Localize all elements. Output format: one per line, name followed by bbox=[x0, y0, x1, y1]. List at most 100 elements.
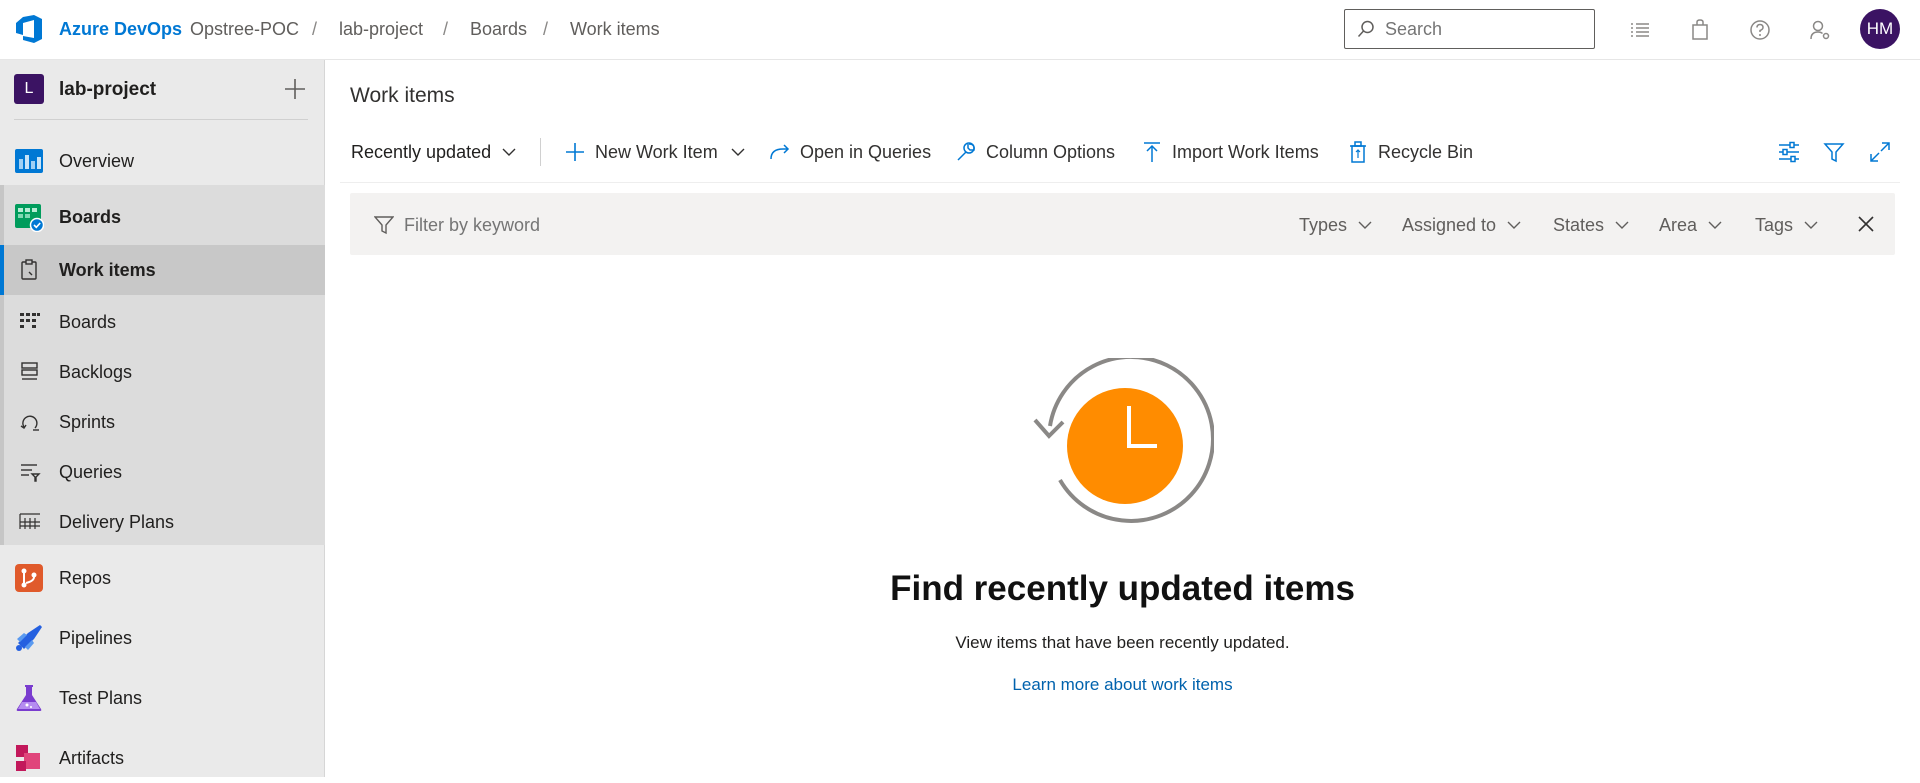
breadcrumb-project[interactable]: lab-project bbox=[339, 19, 423, 40]
search-input[interactable] bbox=[1385, 18, 1585, 40]
sidebar-item-delivery-plans[interactable]: Delivery Plans bbox=[0, 497, 325, 547]
sprints-icon bbox=[20, 415, 39, 431]
add-icon[interactable] bbox=[282, 76, 308, 102]
view-options-button[interactable] bbox=[1777, 130, 1801, 174]
divider bbox=[340, 182, 1900, 183]
settings-sliders-icon bbox=[1779, 141, 1799, 163]
shopping-bag-icon[interactable] bbox=[1687, 17, 1713, 43]
list-icon[interactable] bbox=[1627, 17, 1653, 43]
sidebar-item-label: Sprints bbox=[59, 412, 116, 432]
learn-more-link-container: Learn more about work items bbox=[0, 675, 1920, 695]
help-icon[interactable] bbox=[1747, 17, 1773, 43]
new-work-item-label: New Work Item bbox=[595, 141, 718, 162]
breadcrumb-boards[interactable]: Boards bbox=[470, 19, 527, 40]
wrench-icon bbox=[954, 140, 978, 164]
breadcrumb-separator: / bbox=[543, 19, 549, 39]
brand-name[interactable]: Azure DevOps bbox=[59, 19, 182, 40]
search-icon bbox=[1357, 20, 1374, 38]
dropdown-label: Assigned to bbox=[1402, 214, 1497, 235]
boards-hub-icon bbox=[15, 204, 44, 232]
selection-indicator bbox=[0, 245, 4, 295]
filter-icon bbox=[1823, 143, 1845, 163]
dropdown-label: Area bbox=[1659, 214, 1698, 235]
sidebar-item-label: Boards bbox=[59, 207, 122, 227]
filter-button[interactable] bbox=[1823, 130, 1845, 174]
open-in-queries-button[interactable]: Open in Queries bbox=[768, 130, 931, 174]
recycle-bin-button[interactable]: Recycle Bin bbox=[1346, 130, 1473, 174]
recycle-bin-label: Recycle Bin bbox=[1378, 141, 1474, 162]
dropdown-label: Types bbox=[1299, 214, 1348, 235]
upload-icon bbox=[1140, 140, 1164, 164]
top-header: Azure DevOps Opstree-POC / lab-project /… bbox=[0, 0, 1920, 60]
sidebar-item-queries[interactable]: Queries bbox=[0, 447, 325, 497]
sidebar-item-boards[interactable]: Boards bbox=[0, 297, 325, 347]
project-avatar[interactable]: L bbox=[14, 74, 44, 104]
expand-icon bbox=[1870, 142, 1890, 162]
artifacts-icon bbox=[16, 745, 40, 771]
sidebar-item-label: Boards bbox=[59, 312, 117, 332]
sidebar-item-sprints[interactable]: Sprints bbox=[0, 397, 325, 447]
add-icon bbox=[563, 140, 587, 164]
sidebar-item-label: Queries bbox=[59, 462, 123, 482]
search-box[interactable] bbox=[1344, 9, 1595, 49]
sidebar-item-label: Overview bbox=[59, 151, 135, 171]
states-dropdown[interactable]: States bbox=[1553, 211, 1630, 239]
breadcrumb-separator: / bbox=[443, 19, 449, 39]
chevron-down-icon bbox=[1615, 221, 1629, 229]
sidebar-item-work-items[interactable]: Work items bbox=[0, 245, 325, 295]
chevron-down-icon bbox=[1804, 221, 1818, 229]
column-options-button[interactable]: Column Options bbox=[954, 130, 1115, 174]
open-in-queries-label: Open in Queries bbox=[800, 141, 932, 162]
project-header: L lab-project bbox=[0, 60, 325, 120]
chevron-down-icon bbox=[1358, 221, 1372, 229]
sidebar-item-label: Backlogs bbox=[59, 362, 133, 382]
fullscreen-button[interactable] bbox=[1869, 130, 1891, 174]
divider bbox=[540, 138, 541, 166]
azure-devops-logo-icon[interactable] bbox=[14, 14, 44, 44]
import-work-items-button[interactable]: Import Work Items bbox=[1140, 130, 1319, 174]
overview-icon bbox=[15, 149, 43, 173]
close-icon[interactable] bbox=[1854, 212, 1878, 236]
breadcrumb-organization[interactable]: Opstree-POC bbox=[190, 19, 299, 40]
filter-bar: Types Assigned to States Area Tags bbox=[350, 193, 1895, 255]
chevron-down-icon bbox=[1708, 221, 1722, 229]
keyword-filter[interactable] bbox=[374, 211, 704, 239]
delivery-plans-icon bbox=[19, 513, 40, 529]
tags-dropdown[interactable]: Tags bbox=[1755, 211, 1819, 239]
chevron-down-icon[interactable] bbox=[730, 147, 746, 157]
view-selector-label: Recently updated bbox=[351, 141, 492, 162]
sidebar-item-backlogs[interactable]: Backlogs bbox=[0, 347, 325, 397]
filter-icon bbox=[374, 216, 394, 235]
assigned-to-dropdown[interactable]: Assigned to bbox=[1402, 211, 1522, 239]
empty-state-subtitle: View items that have been recently updat… bbox=[955, 633, 1290, 652]
dropdown-label: Tags bbox=[1755, 214, 1794, 235]
toolbar: Recently updated New Work Item Open in Q… bbox=[340, 130, 1900, 174]
project-name[interactable]: lab-project bbox=[59, 79, 156, 101]
sidebar-item-label: Work items bbox=[59, 260, 156, 280]
sidebar-item-label: Artifacts bbox=[59, 748, 125, 768]
dropdown-label: States bbox=[1553, 214, 1605, 235]
learn-more-link[interactable]: Learn more about work items bbox=[1012, 675, 1232, 694]
area-dropdown[interactable]: Area bbox=[1659, 211, 1723, 239]
keyword-filter-input[interactable] bbox=[404, 214, 704, 236]
breadcrumb-work-items[interactable]: Work items bbox=[570, 19, 660, 40]
backlogs-icon bbox=[21, 362, 38, 380]
user-avatar[interactable]: HM bbox=[1860, 9, 1900, 49]
sidebar-item-boards-hub[interactable]: Boards bbox=[0, 192, 325, 242]
empty-state-title: Find recently updated items bbox=[890, 569, 1355, 608]
breadcrumb-separator: / bbox=[312, 19, 318, 39]
sidebar: L lab-project Overview Boards Work items… bbox=[0, 60, 325, 777]
chevron-down-icon bbox=[502, 148, 516, 156]
chevron-down-icon bbox=[1507, 221, 1521, 229]
sidebar-item-overview[interactable]: Overview bbox=[0, 136, 325, 186]
redirect-icon bbox=[768, 140, 792, 164]
sidebar-item-artifacts[interactable]: Artifacts bbox=[0, 733, 325, 783]
queries-icon bbox=[21, 464, 41, 482]
boards-grid-icon bbox=[20, 313, 40, 328]
new-work-item-button[interactable]: New Work Item bbox=[563, 130, 746, 174]
recent-clock-icon bbox=[1033, 358, 1214, 523]
view-selector[interactable]: Recently updated bbox=[351, 130, 517, 174]
types-dropdown[interactable]: Types bbox=[1299, 211, 1373, 239]
user-settings-icon[interactable] bbox=[1807, 17, 1833, 43]
work-items-icon bbox=[21, 259, 37, 280]
